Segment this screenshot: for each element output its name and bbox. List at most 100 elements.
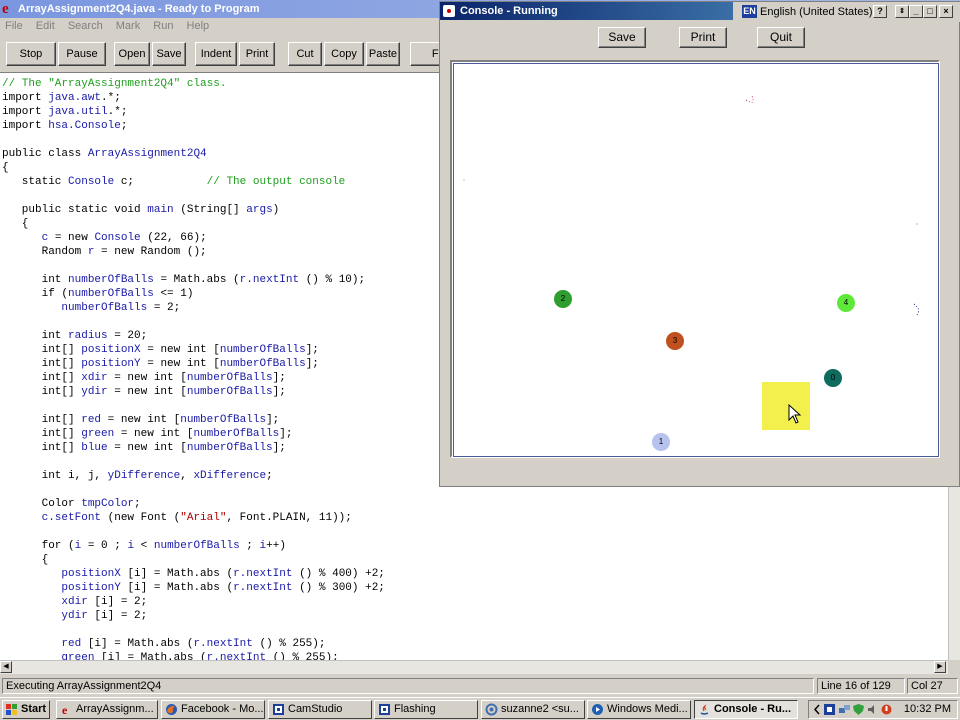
mail-icon xyxy=(485,703,498,716)
code-token: .*; xyxy=(101,92,121,104)
help-icon[interactable]: ? xyxy=(873,5,887,18)
language-options-icon[interactable]: ⇕ xyxy=(895,5,909,18)
code-token: numberOfBalls xyxy=(61,302,148,314)
task-mail[interactable]: suzanne2 <su... xyxy=(481,700,585,719)
paste-button[interactable]: Paste xyxy=(366,42,400,66)
code-token: xdir xyxy=(61,596,88,608)
code-token: () % 300) +2; xyxy=(292,582,385,594)
pause-button[interactable]: Pause xyxy=(58,42,106,66)
menu-mark[interactable]: Mark xyxy=(111,18,145,32)
code-token: = 20; xyxy=(107,330,148,342)
code-line: int numberOfBalls = Math.abs (r.nextInt … xyxy=(2,273,366,287)
ready-to-program-icon: e xyxy=(2,1,9,17)
code-token: () % 10); xyxy=(299,274,366,286)
camstudio-icon xyxy=(379,704,390,715)
task-windows-media[interactable]: Windows Medi... xyxy=(587,700,691,719)
code-token: main xyxy=(147,204,174,216)
copy-button[interactable]: Copy xyxy=(324,42,364,66)
console-quit-button[interactable]: Quit xyxy=(757,27,805,48)
indent-button[interactable]: Indent xyxy=(195,42,237,66)
status-column: Col 27 xyxy=(907,678,958,694)
task-ready-to-program[interactable]: e ArrayAssignm... xyxy=(56,700,158,719)
horizontal-scrollbar[interactable]: ◀ ▶ xyxy=(0,660,948,674)
task-camstudio[interactable]: CamStudio xyxy=(268,700,372,719)
task-console[interactable]: Console - Ru... xyxy=(694,700,798,719)
code-token: [i] = 2; xyxy=(87,596,148,608)
language-label[interactable]: English (United States) xyxy=(760,5,873,19)
code-token: ]; xyxy=(266,414,280,426)
code-line: numberOfBalls = 2; xyxy=(2,301,180,315)
start-button[interactable]: Start xyxy=(2,700,50,719)
code-line: { xyxy=(2,217,29,231)
clock: 10:32 PM xyxy=(903,703,951,715)
scroll-right-arrow-icon[interactable]: ▶ xyxy=(934,661,946,673)
code-token: , Font.PLAIN, 11)); xyxy=(226,512,352,524)
task-label: Console - Ru... xyxy=(714,703,791,715)
console-canvas[interactable]: 2 4 3 0 1 xyxy=(450,60,940,458)
console-save-button[interactable]: Save xyxy=(598,27,646,48)
code-line: static Console c; // The output console xyxy=(2,175,345,189)
code-token: = new int [ xyxy=(107,372,187,384)
stop-button[interactable]: Stop xyxy=(6,42,56,66)
code-token: xdir xyxy=(81,372,108,384)
code-token: < xyxy=(134,540,154,552)
close-icon[interactable]: × xyxy=(939,5,953,18)
task-facebook[interactable]: Facebook - Mo... xyxy=(161,700,265,719)
camstudio-tray-icon[interactable] xyxy=(823,703,836,716)
code-line: { xyxy=(2,161,9,175)
ball-label: 0 xyxy=(830,373,836,382)
maximize-icon[interactable]: □ xyxy=(923,5,937,18)
code-line: int i, j, yDifference, xDifference; xyxy=(2,469,273,483)
status-line: Line 16 of 129 xyxy=(817,678,905,694)
code-token: ]; xyxy=(305,344,319,356)
start-label: Start xyxy=(21,703,47,715)
code-token: int[] xyxy=(2,372,82,384)
code-line: int[] positionX = new int [numberOfBalls… xyxy=(2,343,319,357)
open-button[interactable]: Open xyxy=(114,42,150,66)
console-print-button[interactable]: Print xyxy=(679,27,727,48)
code-token: radius xyxy=(68,330,108,342)
network-icon[interactable] xyxy=(838,703,851,716)
code-token: ]; xyxy=(272,386,286,398)
menu-file[interactable]: File xyxy=(0,18,28,32)
menu-edit[interactable]: Edit xyxy=(31,18,60,32)
volume-icon[interactable] xyxy=(866,703,879,716)
cut-button[interactable]: Cut xyxy=(288,42,322,66)
code-token: ; xyxy=(134,498,141,510)
code-token: Console xyxy=(68,176,115,188)
code-token: = 0 ; xyxy=(81,540,128,552)
shield-icon[interactable] xyxy=(852,703,865,716)
menu-run[interactable]: Run xyxy=(148,18,178,32)
code-token: ]; xyxy=(272,442,286,454)
ball-4: 4 xyxy=(837,294,855,312)
language-badge[interactable]: EN xyxy=(742,5,757,18)
ball-3: 3 xyxy=(666,332,684,350)
print-button[interactable]: Print xyxy=(239,42,275,66)
code-token: int[] xyxy=(2,358,82,370)
code-token: .*; xyxy=(107,106,128,118)
code-token: [i] = Math.abs ( xyxy=(81,638,194,650)
click-highlight xyxy=(762,382,810,430)
code-token: xDifference xyxy=(193,470,267,482)
code-line: if (numberOfBalls <= 1) xyxy=(2,287,194,301)
code-token: tmpColor xyxy=(81,498,135,510)
scroll-left-arrow-icon[interactable]: ◀ xyxy=(0,661,12,673)
code-token: () % 255); xyxy=(266,652,339,660)
menu-help[interactable]: Help xyxy=(182,18,215,32)
code-token: c; xyxy=(114,176,207,188)
console-title-bar[interactable]: Console - Running xyxy=(440,2,733,20)
minimize-icon[interactable]: _ xyxy=(909,5,923,18)
code-line: Color tmpColor; xyxy=(2,497,141,511)
save-button[interactable]: Save xyxy=(152,42,186,66)
menu-search[interactable]: Search xyxy=(63,18,108,32)
security-icon[interactable] xyxy=(880,703,893,716)
ready-icon: e xyxy=(62,703,68,716)
code-token: r.nextInt xyxy=(193,638,253,650)
task-flashing[interactable]: Flashing xyxy=(374,700,478,719)
code-token: ydir xyxy=(81,386,108,398)
code-token: ++) xyxy=(266,540,286,552)
code-line: public class ArrayAssignment2Q4 xyxy=(2,147,207,161)
